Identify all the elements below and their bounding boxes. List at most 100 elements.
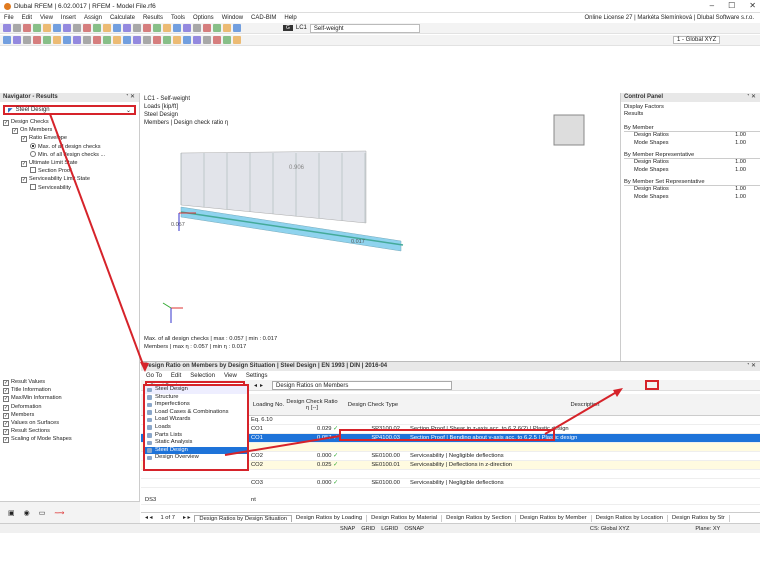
toolbar-icon[interactable] xyxy=(93,24,101,32)
dropdown-option[interactable]: Static Analysis xyxy=(145,439,247,447)
toolbar-icon[interactable] xyxy=(53,36,61,44)
toolbar-icon[interactable] xyxy=(163,24,171,32)
tree-item[interactable]: ✓ Ratio Envelope xyxy=(3,134,139,143)
checkbox[interactable]: ✓ xyxy=(3,437,9,444)
toolbar-icon[interactable] xyxy=(233,36,241,44)
status-item[interactable]: CS: Global XYZ xyxy=(590,526,629,532)
control-item[interactable]: Mode Shapes 1.00 xyxy=(624,140,760,148)
control-group-title[interactable]: By Member Set Representative xyxy=(624,179,760,186)
navigator-module-select[interactable]: ◤ Steel Design ⌄ xyxy=(3,105,136,115)
dropdown-option[interactable]: Structure xyxy=(145,394,247,402)
table-menu-item[interactable]: View xyxy=(224,373,237,379)
menu-item[interactable]: Insert xyxy=(61,15,76,21)
checkbox[interactable]: ✓ xyxy=(3,380,9,386)
control-item[interactable]: Design Ratios 1.00 xyxy=(624,186,760,194)
table-tab[interactable]: Design Ratios by Design Situation xyxy=(194,514,293,522)
menu-item[interactable]: Tools xyxy=(171,15,185,21)
table-row[interactable]: CO3 0.000 ✓ SE0100.00 Serviceability | Negl… xyxy=(141,479,760,488)
toolbar-icon[interactable] xyxy=(163,36,171,44)
header-ratio[interactable]: Design Check Ratio η [--] xyxy=(286,399,346,411)
result-select[interactable]: Design Ratios on Members xyxy=(272,380,453,390)
toolbar-icon[interactable] xyxy=(113,24,121,32)
dropdown-option[interactable]: Load Wizards xyxy=(145,416,247,424)
data-tab-icon[interactable]: ▣ xyxy=(8,509,15,517)
loadcase-selector[interactable]: G LC1 Self-weight xyxy=(283,23,420,33)
checkbox[interactable]: ✓ xyxy=(3,429,9,436)
toolbar-icon[interactable] xyxy=(3,36,11,44)
menu-item[interactable]: Calculate xyxy=(110,15,135,21)
checkbox[interactable]: ✓ xyxy=(3,396,9,403)
pin-icon[interactable]: ᐩ ✕ xyxy=(126,93,135,102)
checkbox[interactable]: ✓ xyxy=(12,128,18,135)
checkbox[interactable]: ✓ xyxy=(3,421,9,428)
status-item[interactable]: GRID xyxy=(361,526,375,532)
coordinate-system-select[interactable]: 1 - Global XYZ xyxy=(673,36,721,44)
table-tab[interactable]: Design Ratios by Member xyxy=(516,514,592,522)
toolbar-icon[interactable] xyxy=(233,24,241,32)
control-group-title[interactable]: By Member Representative xyxy=(624,152,760,159)
toolbar-icon[interactable] xyxy=(33,24,41,32)
menu-item[interactable]: Options xyxy=(193,15,214,21)
tree-item[interactable]: Min. of all design checks ... xyxy=(3,150,139,159)
toolbar-icon[interactable] xyxy=(173,36,181,44)
tree-item[interactable]: Section Proof xyxy=(3,167,139,175)
checkbox[interactable]: ✓ xyxy=(3,120,9,126)
table-menu-item[interactable]: Go To xyxy=(146,373,162,379)
checkbox[interactable]: ✓ xyxy=(3,388,9,395)
dropdown-header[interactable]: Steel Design xyxy=(145,386,247,394)
tree-item[interactable]: ✓ Ultimate Limit State xyxy=(3,159,139,168)
radio-button[interactable] xyxy=(30,150,36,157)
model-view[interactable]: LC1 - Self-weight Loads [kip/ft] Steel D… xyxy=(141,93,619,361)
dropdown-option[interactable]: Imperfections xyxy=(145,401,247,409)
table-tab[interactable]: Design Ratios by Section xyxy=(442,514,516,522)
menu-item[interactable]: View xyxy=(40,15,53,21)
menu-item[interactable]: File xyxy=(4,15,14,21)
status-item[interactable]: OSNAP xyxy=(404,526,424,532)
control-item[interactable]: Design Ratios 1.00 xyxy=(624,132,760,140)
display-item[interactable]: ✓ Scaling of Mode Shapes xyxy=(3,435,72,444)
toolbar-icon[interactable] xyxy=(203,36,211,44)
toolbar-icon[interactable] xyxy=(23,36,31,44)
table-row[interactable]: DS3 nt xyxy=(141,496,760,505)
menu-item[interactable]: Assign xyxy=(84,15,102,21)
toolbar-icon[interactable] xyxy=(133,24,141,32)
toolbar-icon[interactable] xyxy=(43,36,51,44)
toolbar-icon[interactable] xyxy=(123,36,131,44)
dropdown-option[interactable]: Design Overview xyxy=(145,454,247,462)
menu-item[interactable]: Results xyxy=(143,15,163,21)
toolbar-icon[interactable] xyxy=(123,24,131,32)
checkbox[interactable] xyxy=(30,183,36,190)
checkbox[interactable]: ✓ xyxy=(3,404,9,411)
toolbar-icon[interactable] xyxy=(13,36,21,44)
tree-item[interactable]: Max. of all design checks xyxy=(3,142,139,151)
control-item[interactable]: Mode Shapes 1.00 xyxy=(624,194,760,202)
toolbar-icon[interactable] xyxy=(203,24,211,32)
control-item[interactable]: Mode Shapes 1.00 xyxy=(624,167,760,175)
header-description[interactable]: Description xyxy=(406,402,760,408)
loadcase-name[interactable]: Self-weight xyxy=(309,23,420,33)
checkbox[interactable]: ✓ xyxy=(3,412,9,419)
pin-icon[interactable]: ᐩ ✕ xyxy=(747,93,756,102)
toolbar-icon[interactable] xyxy=(153,24,161,32)
toolbar-icon[interactable] xyxy=(63,24,71,32)
status-item[interactable]: SNAP xyxy=(340,526,355,532)
toolbar-icon[interactable] xyxy=(63,36,71,44)
toolbar-icon[interactable] xyxy=(113,36,121,44)
toolbar-icon[interactable] xyxy=(93,36,101,44)
minimize-button[interactable]: – xyxy=(710,1,714,10)
table-tab[interactable]: Design Ratios by Str xyxy=(668,514,730,522)
display-item[interactable]: ✓ Members xyxy=(3,411,72,419)
toolbar-icon[interactable] xyxy=(183,24,191,32)
display-tab-icon[interactable]: ◉ xyxy=(24,509,30,517)
dropdown-option[interactable]: Steel Design xyxy=(145,446,247,455)
toolbar-icon[interactable] xyxy=(53,24,61,32)
dropdown-option[interactable]: Load Cases & Combinations xyxy=(145,409,247,417)
toolbar-icon[interactable] xyxy=(103,24,111,32)
toolbar-icon[interactable] xyxy=(173,24,181,32)
toolbar-icon[interactable] xyxy=(83,36,91,44)
table-tab[interactable]: Design Ratios by Material xyxy=(367,514,443,522)
checkbox[interactable]: ✓ xyxy=(21,136,27,143)
toolbar-icon[interactable] xyxy=(193,36,201,44)
menu-item[interactable]: Help xyxy=(284,15,296,21)
table-menu-item[interactable]: Selection xyxy=(190,373,215,379)
